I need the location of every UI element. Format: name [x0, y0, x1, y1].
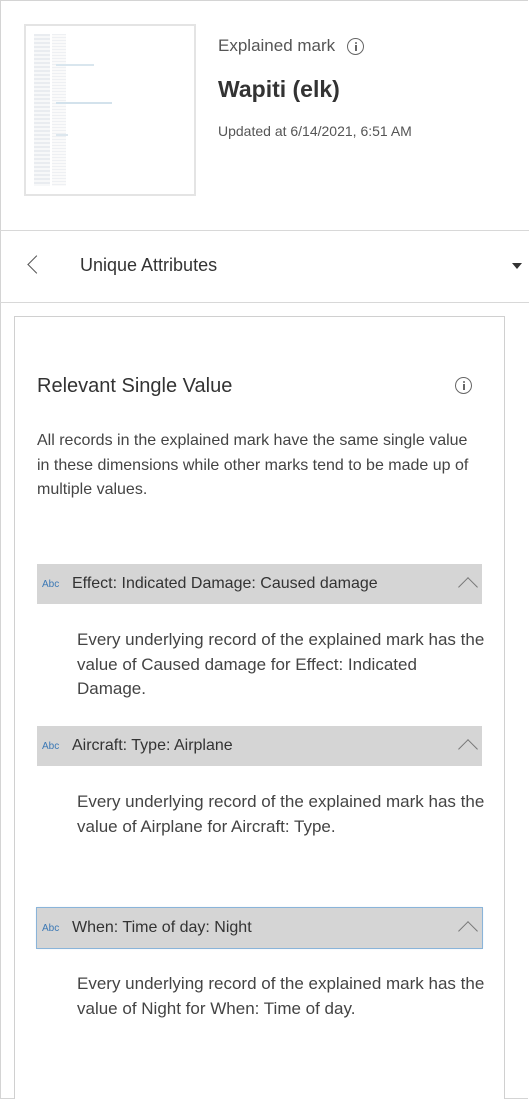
mark-title: Wapiti (elk) [218, 76, 340, 102]
info-icon[interactable] [347, 37, 365, 55]
card-description: All records in the explained mark have t… [37, 432, 469, 498]
info-icon[interactable] [455, 377, 472, 394]
chevron-up-icon[interactable] [458, 739, 478, 759]
thumbnail-column [52, 34, 66, 186]
caret-down-icon[interactable] [512, 263, 522, 269]
thumbnail-column [34, 34, 50, 186]
attribute-header[interactable]: Abc When: Time of day: Night [36, 907, 483, 949]
card-title: Relevant Single Value [37, 375, 233, 397]
attribute-name: When: Time of day: Night [72, 919, 252, 936]
thumbnail-bar [56, 102, 112, 104]
thumbnail-bar [56, 64, 94, 66]
attribute-section: Abc Aircraft: Type: Airplane Every under… [37, 726, 484, 839]
attribute-section: Abc When: Time of day: Night Every under… [36, 907, 484, 1021]
chevron-up-icon[interactable] [458, 921, 478, 941]
nav-title[interactable]: Unique Attributes [80, 255, 217, 276]
thumbnail-bar [56, 134, 68, 136]
explained-mark-label-row: Explained mark [218, 34, 365, 58]
attribute-header[interactable]: Abc Effect: Indicated Damage: Caused dam… [37, 564, 482, 604]
attribute-section: Abc Effect: Indicated Damage: Caused dam… [37, 564, 484, 702]
attribute-name: Effect: Indicated Damage: Caused damage [72, 575, 378, 592]
mark-thumbnail [24, 24, 196, 196]
attribute-name: Aircraft: Type: Airplane [72, 737, 233, 754]
updated-timestamp: Updated at 6/14/2021, 6:51 AM [218, 123, 412, 139]
nav-row: Unique Attributes [0, 231, 529, 303]
explained-mark-label: Explained mark [218, 36, 336, 55]
chevron-up-icon[interactable] [458, 577, 478, 597]
attribute-detail: Every underlying record of the explained… [77, 630, 485, 698]
abc-type-icon: Abc [42, 740, 60, 752]
abc-type-icon: Abc [42, 922, 60, 934]
chevron-left-icon[interactable] [27, 255, 46, 274]
attribute-detail: Every underlying record of the explained… [77, 792, 485, 836]
panel-header: Explained mark Wapiti (elk) Updated at 6… [0, 0, 529, 231]
relevant-single-value-card: Relevant Single Value All records in the… [14, 316, 505, 1099]
attribute-header[interactable]: Abc Aircraft: Type: Airplane [37, 726, 482, 766]
abc-type-icon: Abc [42, 578, 60, 590]
attribute-detail: Every underlying record of the explained… [77, 974, 485, 1018]
